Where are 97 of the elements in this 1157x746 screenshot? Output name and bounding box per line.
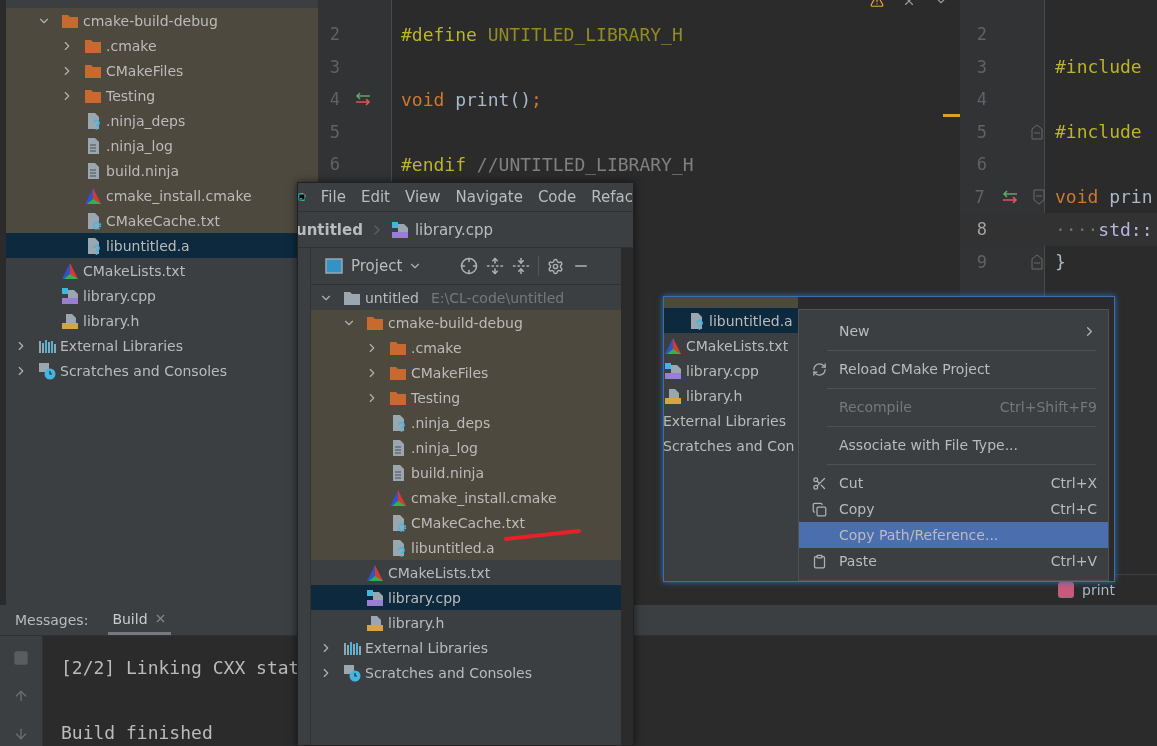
code-line: #define UNTITLED_LIBRARY_H <box>400 23 683 45</box>
tree-item-path: E:\CL-code\untitled <box>431 289 565 306</box>
header-file-icon <box>664 386 682 405</box>
build-tab[interactable]: Build <box>108 605 171 635</box>
cmake-triangle-icon <box>389 488 407 507</box>
tree-item[interactable]: CMakeLists.txt <box>311 560 621 585</box>
menu-entry[interactable]: Code <box>537 188 577 206</box>
panel-title: Messages: <box>15 612 89 628</box>
fold-marker-icon[interactable] <box>1031 123 1044 140</box>
tree-item[interactable]: CMakeCache.txt <box>6 208 297 233</box>
code-line: void prin <box>1054 186 1153 208</box>
cut-icon <box>811 475 827 491</box>
menu-entry[interactable]: Refac <box>591 188 633 206</box>
code-line: } <box>1054 251 1066 273</box>
menu-entry[interactable]: Edit <box>360 188 390 206</box>
tree-item[interactable]: Scratches and Consoles <box>6 358 297 383</box>
tree-item[interactable]: library.h <box>6 308 297 333</box>
menu-item[interactable]: Cut Ctrl+X <box>799 470 1108 496</box>
tree-item[interactable]: CMakeFiles <box>311 360 621 385</box>
menu-entry[interactable]: Navigate <box>455 188 523 206</box>
tree-item[interactable]: CMakeFiles <box>6 58 297 83</box>
tree-item[interactable]: Testing <box>6 83 297 108</box>
tree-item[interactable]: .cmake <box>6 33 297 58</box>
tree-item[interactable]: External Libraries <box>6 333 297 358</box>
menu-entry[interactable]: View <box>405 188 441 206</box>
reload-icon <box>811 361 827 377</box>
paste-icon <box>811 553 827 569</box>
tree-item[interactable]: cmake-build-debug <box>311 310 621 335</box>
fold-marker-icon[interactable] <box>1031 253 1044 270</box>
tree-item[interactable]: library.cpp <box>6 283 297 308</box>
collapse-all-icon[interactable] <box>512 257 531 275</box>
menu-item[interactable]: Copy Ctrl+C <box>799 496 1108 522</box>
override-arrows-icon[interactable] <box>1000 189 1019 204</box>
function-icon <box>1058 582 1074 598</box>
tree-item[interactable]: libuntitled.a <box>6 233 297 258</box>
breadcrumb-item[interactable]: print <box>1082 582 1115 598</box>
menu-item[interactable]: Paste Ctrl+V <box>799 548 1108 574</box>
settings-icon[interactable] <box>547 257 565 275</box>
scratch-clock-icon <box>343 663 361 682</box>
cpp-file-icon <box>390 220 409 239</box>
cpp-file-icon <box>366 588 384 607</box>
tree-item[interactable]: cmake_install.cmake <box>311 485 621 510</box>
tree-item[interactable]: Scratches and Con <box>664 433 798 458</box>
code-line: #include <box>1054 56 1142 78</box>
tree-item[interactable]: .cmake <box>311 335 621 360</box>
tree-item[interactable]: CMakeLists.txt <box>664 333 798 358</box>
tree-item[interactable]: .ninja_log <box>6 133 297 158</box>
error-stripe-mark <box>943 114 960 117</box>
override-arrows-icon[interactable] <box>354 92 372 107</box>
header-file-icon <box>366 613 384 632</box>
tree-item[interactable]: Testing <box>311 385 621 410</box>
tree-item[interactable]: library.cpp <box>311 585 621 610</box>
copy-icon <box>811 501 827 517</box>
scratch-clock-icon <box>38 361 56 380</box>
expand-all-icon[interactable] <box>486 257 505 275</box>
view-dropdown[interactable]: Project <box>351 257 423 275</box>
code-line: ····std:: <box>1054 218 1153 240</box>
project-view-icon <box>325 258 343 274</box>
cpp-file-icon <box>61 286 79 305</box>
cmake-triangle-icon <box>664 336 682 355</box>
code-line: #endif //UNTITLED_LIBRARY_H <box>400 153 694 175</box>
output-line: [2/2] Linking CXX stat <box>61 656 300 680</box>
cmake-triangle-icon <box>84 186 102 205</box>
code-line: #include <box>1054 121 1142 143</box>
output-line: Build finished <box>61 721 214 745</box>
line-number: 8 <box>975 219 988 240</box>
tree-item[interactable]: build.ninja <box>6 158 297 183</box>
menu-item[interactable]: Associate with File Type... <box>799 432 1108 458</box>
tree-item[interactable]: cmake-build-debug <box>6 8 297 33</box>
menu-entry[interactable]: File <box>320 188 346 206</box>
menu-item[interactable]: Reload CMake Project <box>799 356 1108 382</box>
locate-icon[interactable] <box>460 257 479 275</box>
tree-item[interactable]: External Libraries <box>664 408 798 433</box>
cmake-triangle-icon <box>366 563 384 582</box>
tree-item[interactable]: libuntitled.a <box>664 308 798 333</box>
tree-item[interactable]: Scratches and Consoles <box>311 660 621 685</box>
tree-item[interactable]: library.cpp <box>664 358 798 383</box>
tree-item[interactable]: untitled E:\CL-code\untitled <box>311 285 621 310</box>
cmake-triangle-icon <box>61 261 79 280</box>
tree-item[interactable]: build.ninja <box>311 460 621 485</box>
tree-item[interactable]: .ninja_deps <box>311 410 621 435</box>
code-line: void print(); <box>400 88 542 110</box>
tree-item[interactable]: External Libraries <box>311 635 621 660</box>
tree-item[interactable]: CMakeLists.txt <box>6 258 297 283</box>
tree-item[interactable]: cmake_install.cmake <box>6 183 297 208</box>
tree-item[interactable]: .ninja_deps <box>6 108 297 133</box>
tree-item[interactable]: library.h <box>664 383 798 408</box>
menu-item[interactable]: New <box>799 318 1108 344</box>
cpp-file-icon <box>664 361 682 380</box>
tree-item[interactable]: .ninja_log <box>311 435 621 460</box>
tree-item[interactable]: libuntitled.a <box>311 535 621 560</box>
fold-marker-icon[interactable] <box>1032 188 1045 205</box>
tree-item[interactable]: CMakeCache.txt <box>311 510 621 535</box>
tree-item[interactable]: library.h <box>311 610 621 635</box>
breadcrumb-item[interactable]: untitled <box>298 220 363 239</box>
header-file-icon <box>61 311 79 330</box>
breadcrumb-item[interactable]: library.cpp <box>414 220 494 239</box>
